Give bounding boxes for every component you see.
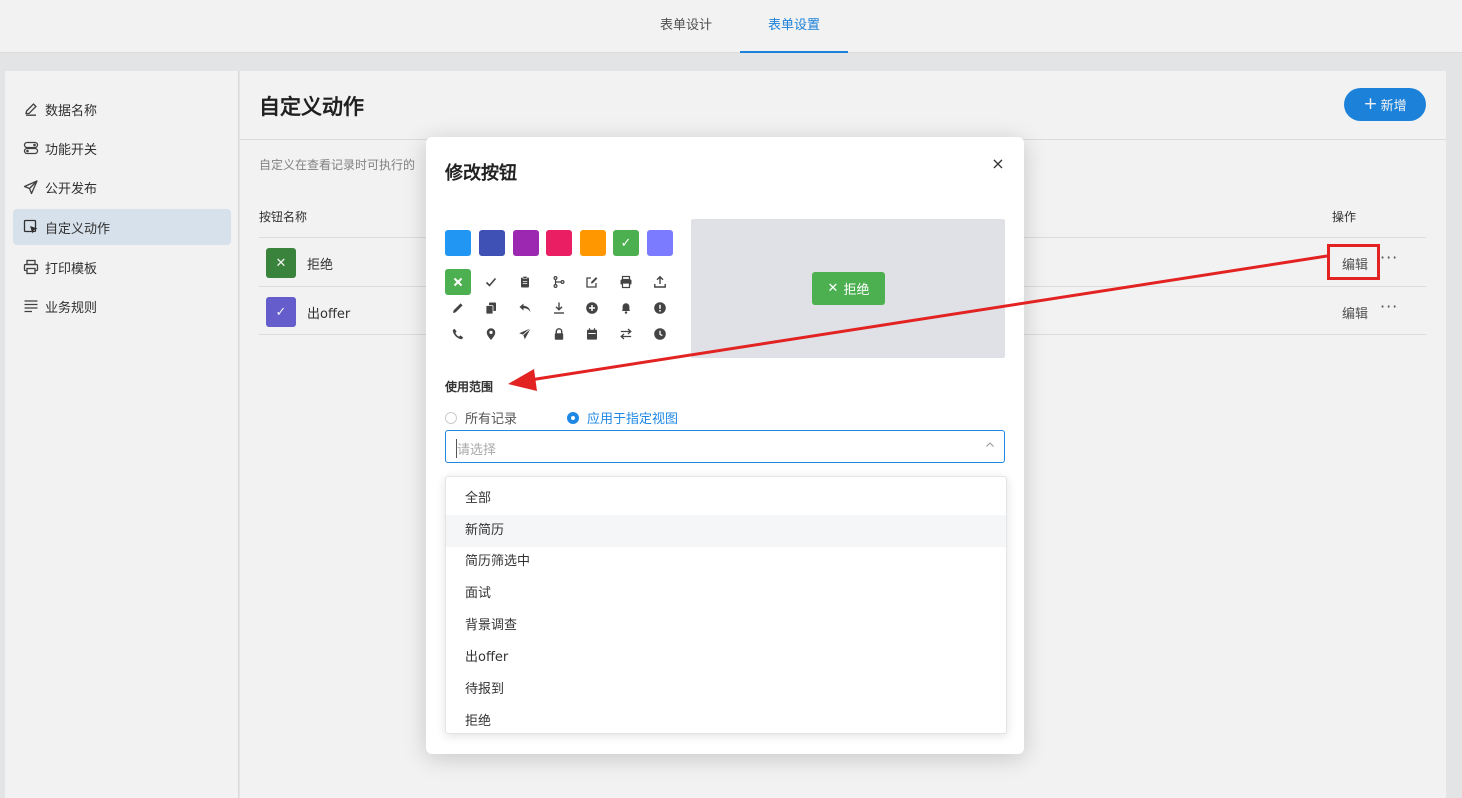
- radio-dot: [445, 411, 457, 424]
- preview-button-label: 拒绝: [843, 283, 870, 298]
- clipboard-icon[interactable]: [512, 269, 538, 295]
- close-icon[interactable]: ×: [989, 155, 1007, 173]
- view-select[interactable]: 请选择: [445, 430, 1005, 463]
- lock-icon[interactable]: [546, 321, 572, 347]
- color-swatch-pink[interactable]: [546, 230, 572, 256]
- phone-icon[interactable]: [445, 321, 471, 347]
- plus-circle-icon[interactable]: [579, 295, 605, 321]
- check-icon[interactable]: [478, 269, 504, 295]
- view-dropdown: 全部 新简历 简历筛选中 面试 背景调查 出offer 待报到 拒绝: [445, 476, 1007, 734]
- swap-icon[interactable]: [613, 321, 639, 347]
- close-icon: ✕: [827, 281, 839, 296]
- pencil-icon[interactable]: [445, 295, 471, 321]
- button-preview: ✕ 拒绝: [691, 219, 1005, 358]
- clock-icon[interactable]: [647, 321, 673, 347]
- radio-label: 应用于指定视图: [587, 412, 679, 427]
- color-swatch-blue[interactable]: [445, 230, 471, 256]
- edit-square-icon[interactable]: [579, 269, 605, 295]
- radio-specific-views[interactable]: 应用于指定视图: [567, 408, 678, 427]
- dropdown-option[interactable]: 拒绝: [446, 706, 1006, 733]
- dropdown-option[interactable]: 简历筛选中: [446, 546, 1006, 578]
- alert-circle-icon[interactable]: [647, 295, 673, 321]
- location-pin-icon[interactable]: [478, 321, 504, 347]
- dropdown-option[interactable]: 出offer: [446, 642, 1006, 674]
- calendar-icon[interactable]: [579, 321, 605, 347]
- download-icon[interactable]: [546, 295, 572, 321]
- upload-icon[interactable]: [647, 269, 673, 295]
- radio-dot: [567, 411, 579, 424]
- color-swatch-violet[interactable]: [647, 230, 673, 256]
- close-icon[interactable]: [445, 269, 471, 295]
- bell-icon[interactable]: [613, 295, 639, 321]
- radio-all-records[interactable]: 所有记录: [445, 408, 517, 427]
- dropdown-option[interactable]: 背景调查: [446, 610, 1006, 642]
- reply-icon[interactable]: [512, 295, 538, 321]
- printer-icon[interactable]: [613, 269, 639, 295]
- chevron-up-icon: [984, 439, 996, 451]
- color-swatch-orange[interactable]: [580, 230, 606, 256]
- dropdown-option[interactable]: 待报到: [446, 674, 1006, 706]
- color-swatch-green[interactable]: ✓: [613, 230, 639, 256]
- modal-title: 修改按钮: [445, 163, 517, 184]
- scope-label: 使用范围: [445, 380, 494, 394]
- branch-icon[interactable]: [546, 269, 572, 295]
- dropdown-option[interactable]: 新简历: [446, 515, 1006, 547]
- copy-icon[interactable]: [478, 295, 504, 321]
- preview-button: ✕ 拒绝: [812, 272, 885, 305]
- paper-plane-icon[interactable]: [512, 321, 538, 347]
- radio-label: 所有记录: [465, 412, 518, 427]
- color-swatch-indigo[interactable]: [479, 230, 505, 256]
- select-placeholder: 请选择: [456, 439, 496, 458]
- color-swatch-purple[interactable]: [513, 230, 539, 256]
- dropdown-option[interactable]: 面试: [446, 578, 1006, 610]
- annotation-highlight-box: [1327, 244, 1380, 280]
- dropdown-option[interactable]: 全部: [446, 483, 1006, 515]
- check-icon: ✓: [620, 235, 632, 251]
